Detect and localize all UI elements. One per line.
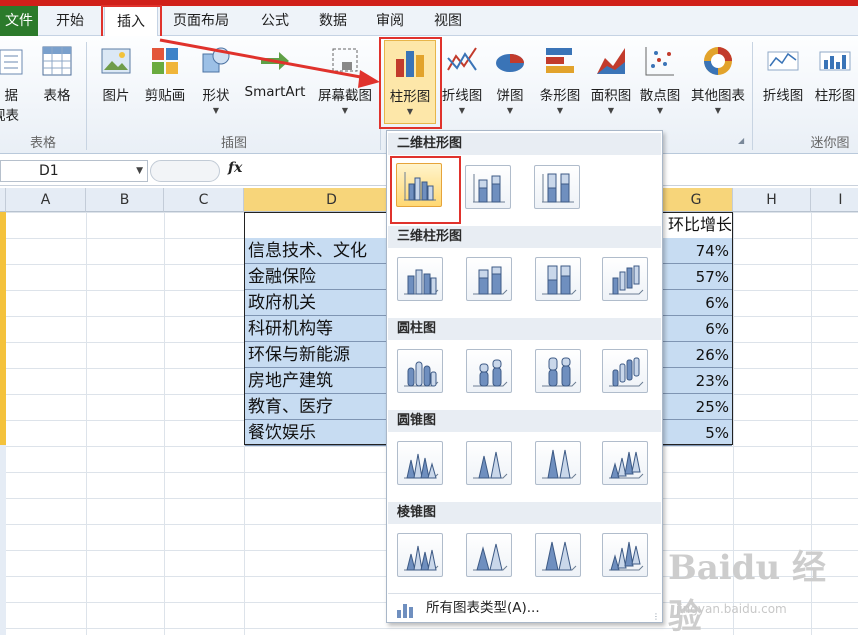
cylinder-percent-icon (542, 357, 577, 387)
chart-3d-clustered-column[interactable] (397, 257, 443, 301)
cone-icon (404, 453, 439, 479)
chart-3d-column[interactable] (602, 257, 648, 301)
column-header-c[interactable]: C (164, 188, 244, 212)
chart-cylinder-3d[interactable] (602, 349, 648, 393)
pyramid-icon (404, 545, 439, 571)
chart-cone-3d[interactable] (602, 441, 648, 485)
clustered-column-icon (404, 172, 436, 201)
column-header-h[interactable]: H (733, 188, 811, 212)
chart-cone-100-stacked[interactable] (535, 441, 581, 485)
cylinder-stacked-icon (473, 359, 508, 387)
chart-pyramid-stacked[interactable] (466, 533, 512, 577)
column-header-i[interactable]: I (811, 188, 858, 212)
section-cylinder: 圆柱图 (388, 318, 661, 340)
cone-percent-icon (542, 449, 577, 479)
chart-cylinder-stacked[interactable] (466, 349, 512, 393)
column-chart-gallery: 二维柱形图 三维柱形图 圆柱图 圆锥图 棱锥图 所有图表类型(A)... ⋮ (386, 130, 663, 623)
insert-function-button[interactable]: fx (228, 160, 242, 176)
grid-line (86, 212, 87, 635)
section-2d-column: 二维柱形图 (388, 133, 661, 155)
name-box-value: D1 (39, 163, 59, 179)
resize-grip-icon[interactable]: ⋮ (652, 612, 660, 621)
section-cone: 圆锥图 (388, 410, 661, 432)
chart-pyramid-3d[interactable] (602, 533, 648, 577)
chart-2d-100-stacked-column[interactable] (534, 165, 580, 209)
formula-buttons[interactable] (150, 160, 220, 182)
chart-3d-100-stacked-column[interactable] (535, 257, 581, 301)
pyramid-stacked-icon (473, 543, 508, 571)
chart-2d-stacked-column[interactable] (465, 165, 511, 209)
pyramid-3d-icon (609, 541, 644, 571)
column-header-b[interactable]: B (86, 188, 164, 212)
watermark-url: jingyan.baidu.com (676, 602, 787, 616)
chart-3d-stacked-column[interactable] (466, 257, 512, 301)
cylinder-3d-icon (609, 357, 644, 387)
chart-cone-stacked[interactable] (466, 441, 512, 485)
grid-line (164, 212, 165, 635)
chart-types-icon (396, 600, 414, 628)
percent-stacked-column-icon (542, 173, 574, 203)
watermark: Baidu 经验 jingyan.baidu.com (668, 540, 854, 635)
chart-pyramid-clustered[interactable] (397, 533, 443, 577)
stacked-column-icon (473, 174, 505, 203)
chart-2d-clustered-column[interactable] (396, 163, 442, 207)
section-pyramid: 棱锥图 (388, 502, 661, 524)
3d-clustered-column-icon (404, 269, 439, 295)
chart-cylinder-clustered[interactable] (397, 349, 443, 393)
chart-cylinder-100-stacked[interactable] (535, 349, 581, 393)
chart-cone-clustered[interactable] (397, 441, 443, 485)
3d-column-icon (609, 265, 644, 295)
3d-percent-stacked-column-icon (542, 265, 577, 295)
column-header-g[interactable]: G (660, 188, 733, 212)
column-header-a[interactable]: A (6, 188, 86, 212)
watermark-brand: Baidu 经验 (668, 548, 827, 635)
name-box[interactable]: D1 ▼ (0, 160, 148, 182)
chevron-down-icon[interactable]: ▼ (136, 161, 143, 181)
3d-stacked-column-icon (473, 266, 508, 295)
chart-pyramid-100-stacked[interactable] (535, 533, 581, 577)
cone-3d-icon (609, 451, 644, 479)
all-chart-types-label: 所有图表类型(A)... (426, 600, 540, 616)
all-chart-types-button[interactable]: 所有图表类型(A)... (388, 593, 661, 621)
cylinder-icon (404, 361, 439, 387)
cone-stacked-icon (473, 451, 508, 479)
section-3d-column: 三维柱形图 (388, 226, 661, 248)
pyramid-percent-icon (542, 541, 577, 571)
